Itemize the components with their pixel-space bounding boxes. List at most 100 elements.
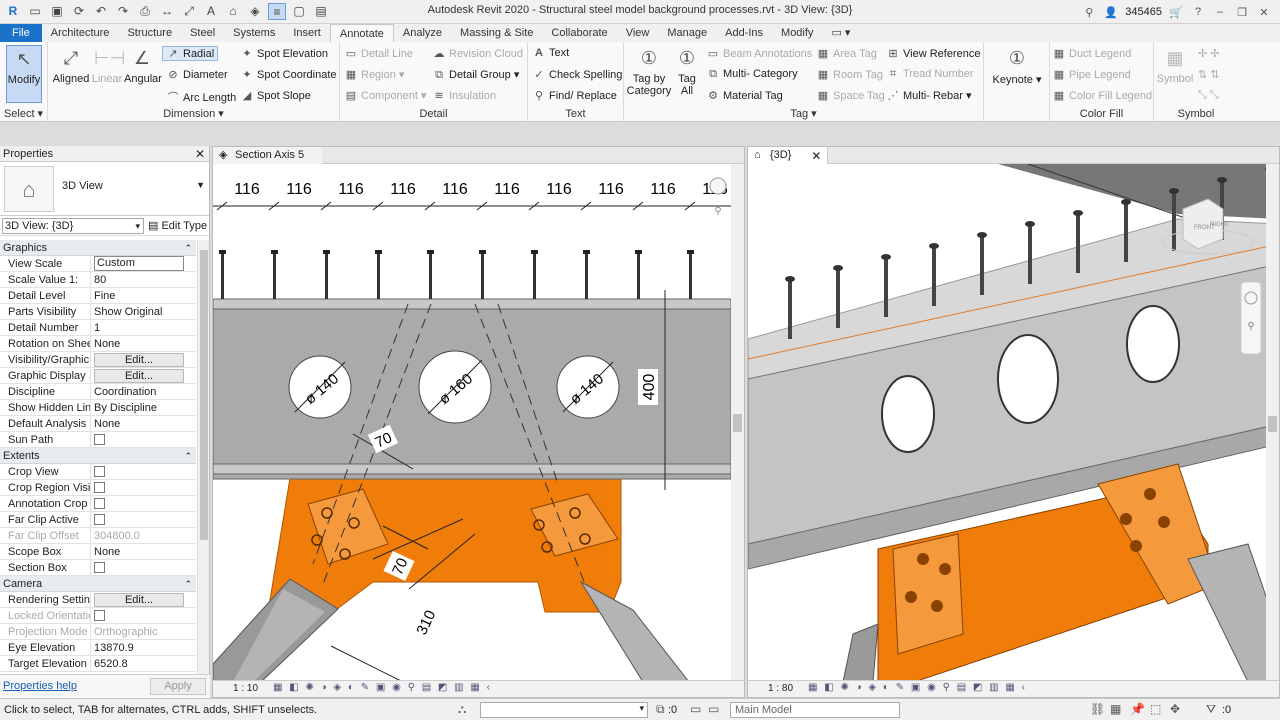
tab-architecture[interactable]: Architecture xyxy=(42,24,119,42)
beam-annotations-button[interactable]: ▭ Beam Annotations xyxy=(706,47,813,60)
property-value[interactable]: 1 xyxy=(94,322,100,334)
tab-systems[interactable]: Systems xyxy=(224,24,284,42)
modify-button[interactable]: ↖ Modify xyxy=(6,45,42,103)
select-links-icon[interactable]: ⛓ xyxy=(1090,702,1105,716)
restore-icon[interactable]: ❐ xyxy=(1234,6,1250,19)
property-input[interactable]: Custom xyxy=(94,256,184,271)
view-reference-button[interactable]: ⊞ View Reference xyxy=(886,47,980,60)
property-checkbox[interactable] xyxy=(94,562,105,573)
select-panel-label[interactable]: Select ▾ xyxy=(0,107,47,120)
tag-by-category-button[interactable]: ① Tag by Category xyxy=(626,45,672,97)
instance-filter-dropdown[interactable]: 3D View: {3D} ▾ xyxy=(2,218,144,234)
tab-add-ins[interactable]: Add-Ins xyxy=(716,24,772,42)
property-value[interactable]: None xyxy=(94,418,120,430)
spot-elevation-button[interactable]: ✦ Spot Elevation xyxy=(240,47,328,60)
text-button[interactable]: A Text xyxy=(532,47,569,59)
view-control-icons[interactable]: ▦ ◧ ✺ ◑ ◈ ◐ ✎ ▣ ◉ ⚲ ▤ ◩ ▥ ▦ ‹ xyxy=(273,682,492,693)
keynote-button[interactable]: ① Keynote ▾ xyxy=(992,45,1042,86)
property-value[interactable]: Show Original xyxy=(94,306,162,318)
properties-help-link[interactable]: Properties help xyxy=(3,680,77,692)
view-cube-right[interactable]: RIGHT xyxy=(1210,222,1229,228)
spot-coordinate-button[interactable]: ✦ Spot Coordinate xyxy=(240,68,336,81)
detail-line-button[interactable]: ▭ Detail Line xyxy=(344,47,413,60)
symbol-panel-label[interactable]: Symbol xyxy=(1154,108,1238,120)
property-value[interactable]: 80 xyxy=(94,274,106,286)
property-value[interactable]: 304800.0 xyxy=(94,530,140,542)
select-by-face-icon[interactable]: ⬚ xyxy=(1150,702,1161,716)
beam-symbol-icon[interactable]: ⇅ ⇅ xyxy=(1198,68,1220,81)
navigation-bar[interactable] xyxy=(1240,281,1262,355)
edit-button[interactable]: Edit... xyxy=(94,593,184,607)
tab-manage[interactable]: Manage xyxy=(658,24,716,42)
radial-dimension-button[interactable]: ↗ Radial xyxy=(162,46,219,61)
section-canvas[interactable]: 116116116116116116116116116116 ø 140 ø 1… xyxy=(213,164,744,680)
property-value[interactable]: 13870.9 xyxy=(94,642,134,654)
check-spelling-button[interactable]: ✓ Check Spelling xyxy=(532,68,622,81)
tab-massing-site[interactable]: Massing & Site xyxy=(451,24,542,42)
tab-structure[interactable]: Structure xyxy=(118,24,181,42)
property-checkbox[interactable] xyxy=(94,466,105,477)
linear-dimension-button[interactable]: ⊢⊣ Linear xyxy=(90,45,126,85)
room-tag-button[interactable]: ▦ Room Tag xyxy=(816,68,883,81)
property-value[interactable]: By Discipline xyxy=(94,402,157,414)
3d-view-tab[interactable]: ⌂ {3D} ✕ xyxy=(748,147,829,165)
zoom-icon[interactable]: ⚲ xyxy=(714,206,721,217)
workset-dropdown[interactable]: ▾ xyxy=(480,702,648,718)
multi-category-button[interactable]: ⧉ Multi- Category xyxy=(706,68,798,81)
steering-wheel-icon[interactable] xyxy=(709,177,727,195)
tab-file[interactable]: File xyxy=(0,24,42,42)
edit-button[interactable]: Edit... xyxy=(94,353,184,367)
close-3d-tab-icon[interactable]: ✕ xyxy=(811,148,821,165)
aligned-dimension-button[interactable]: ⤢ Aligned xyxy=(51,45,91,85)
design-options-icon[interactable]: ▭ xyxy=(690,702,701,716)
tread-number-button[interactable]: ⌗ Tread Number xyxy=(886,68,974,81)
material-tag-button[interactable]: ⚙ Material Tag xyxy=(706,89,783,102)
property-value[interactable]: Fine xyxy=(94,290,115,302)
property-value[interactable]: Orthographic xyxy=(94,626,158,638)
property-value[interactable]: Coordination xyxy=(94,386,156,398)
tab-view[interactable]: View xyxy=(617,24,659,42)
properties-scrollbar[interactable] xyxy=(197,240,209,674)
apply-button[interactable]: Apply xyxy=(150,678,206,695)
property-checkbox[interactable] xyxy=(94,498,105,509)
close-window-icon[interactable]: ✕ xyxy=(1256,6,1272,19)
cart-icon[interactable]: 🛒 xyxy=(1168,6,1184,19)
edit-type-button[interactable]: ▤ Edit Type xyxy=(148,219,207,232)
type-dropdown-icon[interactable]: ▼ xyxy=(196,180,205,190)
tag-panel-label[interactable]: Tag ▾ xyxy=(624,107,983,120)
ribbon-display-toggle-icon[interactable]: ▭ ▾ xyxy=(822,24,859,42)
collapse-icon[interactable]: ⌃ xyxy=(184,576,192,592)
tag-all-button[interactable]: ① Tag All xyxy=(674,45,700,97)
user-icon[interactable]: 👤 xyxy=(1103,6,1119,19)
detail-group-button[interactable]: ⧉ Detail Group ▾ xyxy=(432,68,519,82)
text-panel-label[interactable]: Text xyxy=(528,108,623,120)
space-tag-button[interactable]: ▦ Space Tag xyxy=(816,89,885,102)
design-option-dropdown[interactable]: Main Model xyxy=(730,702,900,718)
section-scroll-thumb[interactable] xyxy=(733,414,742,432)
spot-slope-button[interactable]: ◢ Spot Slope xyxy=(240,89,311,102)
collapse-icon[interactable]: ⌃ xyxy=(184,448,192,464)
pipe-legend-button[interactable]: ▦ Pipe Legend xyxy=(1052,68,1131,81)
editable-only-icon[interactable]: ⧉ xyxy=(656,702,665,717)
minimize-icon[interactable]: – xyxy=(1212,6,1228,18)
tab-analyze[interactable]: Analyze xyxy=(394,24,451,42)
collapse-icon[interactable]: ⌃ xyxy=(184,240,192,256)
multi-rebar-button[interactable]: ⋰ Multi- Rebar ▾ xyxy=(886,89,972,102)
symbol-button[interactable]: ▦ Symbol xyxy=(1156,45,1194,85)
section-view-tab[interactable]: ◈ Section Axis 5 xyxy=(213,147,323,164)
select-underlay-icon[interactable]: ▦ xyxy=(1110,702,1121,716)
tab-annotate[interactable]: Annotate xyxy=(329,24,394,42)
component-button[interactable]: ▤ Component ▾ xyxy=(344,89,427,102)
3d-scroll-thumb[interactable] xyxy=(1268,416,1277,432)
property-checkbox[interactable] xyxy=(94,434,105,445)
property-checkbox[interactable] xyxy=(94,514,105,525)
region-button[interactable]: ▦ Region ▾ xyxy=(344,68,405,81)
binoculars-icon[interactable]: ⚲ xyxy=(1081,6,1097,19)
color-fill-label[interactable]: Color Fill xyxy=(1050,108,1153,120)
duct-legend-button[interactable]: ▦ Duct Legend xyxy=(1052,47,1132,60)
nav-zoom-icon[interactable]: ⚲ xyxy=(1247,321,1254,332)
angular-dimension-button[interactable]: ∠ Angular xyxy=(124,45,162,85)
filter-icon[interactable]: ⛛ xyxy=(1206,702,1216,717)
user-id[interactable]: 345465 xyxy=(1125,6,1162,18)
color-fill-legend-button[interactable]: ▦ Color Fill Legend xyxy=(1052,89,1152,102)
